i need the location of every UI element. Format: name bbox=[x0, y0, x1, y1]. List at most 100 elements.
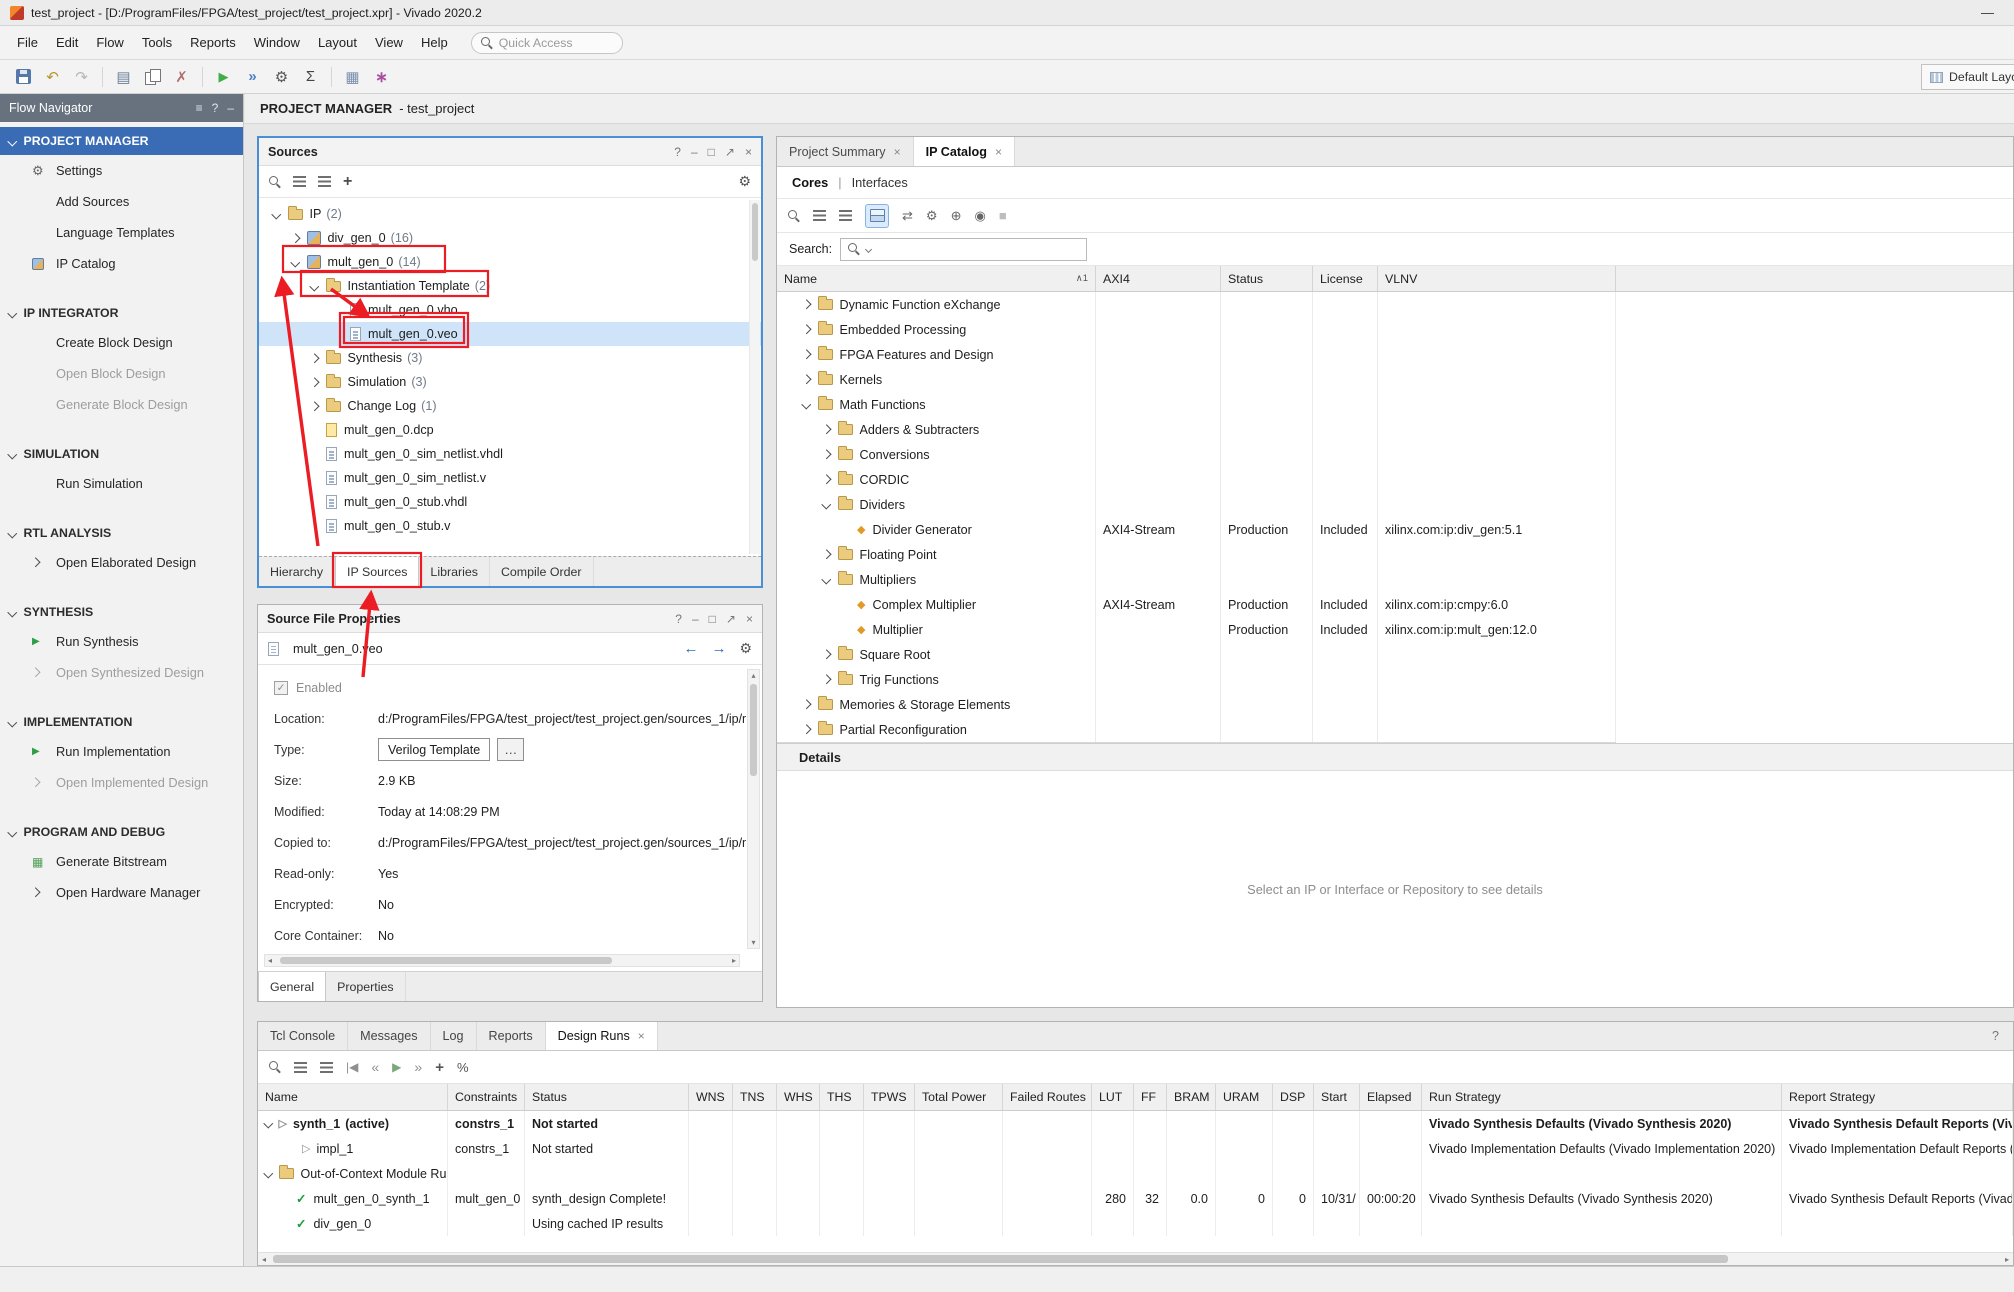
help-icon[interactable]: ? bbox=[1978, 1022, 2013, 1050]
close-icon[interactable]: × bbox=[746, 612, 753, 626]
column-lut[interactable]: LUT bbox=[1092, 1084, 1134, 1110]
minimize-button[interactable]: — bbox=[1971, 5, 2004, 20]
expander-icon[interactable] bbox=[802, 300, 811, 309]
expander-icon[interactable] bbox=[822, 475, 831, 484]
column-failed-routes[interactable]: Failed Routes bbox=[1003, 1084, 1092, 1110]
tree-row-synthesis[interactable]: Synthesis(3) bbox=[259, 346, 761, 370]
column-name[interactable]: Name∧1 bbox=[777, 266, 1096, 291]
expander-icon[interactable] bbox=[264, 1169, 273, 1178]
tab-hierarchy[interactable]: Hierarchy bbox=[259, 557, 335, 586]
scroll-up-icon[interactable]: ▴ bbox=[748, 671, 759, 680]
section-project-manager[interactable]: PROJECT MANAGER bbox=[0, 127, 243, 155]
step-back-icon[interactable]: « bbox=[371, 1059, 379, 1075]
search-icon[interactable] bbox=[269, 1061, 281, 1073]
tree-row-change-log[interactable]: Change Log(1) bbox=[259, 394, 761, 418]
expander-icon[interactable] bbox=[802, 350, 811, 359]
tab-design-runs[interactable]: Design Runs× bbox=[546, 1022, 658, 1050]
tree-row-div-gen[interactable]: div_gen_0(16) bbox=[259, 226, 761, 250]
search-icon[interactable] bbox=[269, 176, 281, 188]
section-ip-integrator[interactable]: IP INTEGRATOR bbox=[0, 299, 243, 327]
scrollbar-thumb[interactable] bbox=[752, 203, 758, 261]
restore-defaults-icon[interactable]: ⇄ bbox=[902, 208, 913, 224]
tab-tcl-console[interactable]: Tcl Console bbox=[258, 1022, 348, 1050]
column-wns[interactable]: WNS bbox=[689, 1084, 733, 1110]
column-total-power[interactable]: Total Power bbox=[915, 1084, 1003, 1110]
dock-icon[interactable]: ≡ bbox=[196, 101, 203, 115]
tree-row-vho[interactable]: mult_gen_0.vho bbox=[259, 298, 761, 322]
sidebar-item-language-templates[interactable]: Language Templates bbox=[0, 217, 243, 248]
menu-file[interactable]: File bbox=[8, 31, 47, 54]
tree-row-simulation[interactable]: Simulation(3) bbox=[259, 370, 761, 394]
hierarchy-view-button[interactable] bbox=[865, 204, 889, 228]
catalog-row[interactable]: FPGA Features and Design bbox=[777, 342, 1616, 367]
expand-all-icon[interactable] bbox=[318, 176, 331, 187]
catalog-search-input[interactable] bbox=[840, 238, 1087, 261]
close-icon[interactable]: × bbox=[745, 145, 752, 159]
scroll-right-icon[interactable]: ▸ bbox=[2005, 1255, 2009, 1264]
scrollbar-thumb[interactable] bbox=[750, 684, 757, 776]
catalog-row[interactable]: Floating Point bbox=[777, 542, 1616, 567]
scrollbar-thumb[interactable] bbox=[280, 957, 612, 964]
expander-icon[interactable] bbox=[802, 325, 811, 334]
expander-icon[interactable] bbox=[291, 233, 300, 242]
expander-icon[interactable] bbox=[822, 450, 831, 459]
search-icon[interactable] bbox=[788, 210, 800, 222]
sum-button[interactable]: Σ bbox=[297, 64, 324, 90]
sidebar-item-generate-bitstream[interactable]: ▦Generate Bitstream bbox=[0, 846, 243, 877]
add-repository-icon[interactable]: ⊕ bbox=[951, 208, 962, 224]
wand-button[interactable]: ∗ bbox=[368, 64, 395, 90]
tree-row-instantiation-template[interactable]: Instantiation Template(2) bbox=[259, 274, 761, 298]
catalog-row[interactable]: Kernels bbox=[777, 367, 1616, 392]
vertical-scrollbar[interactable]: ▴▾ bbox=[747, 669, 760, 949]
add-icon[interactable]: + bbox=[435, 1059, 444, 1076]
expander-icon[interactable] bbox=[310, 401, 319, 410]
expander-icon[interactable] bbox=[822, 675, 831, 684]
sidebar-item-run-synthesis[interactable]: ▶Run Synthesis bbox=[0, 626, 243, 657]
quick-access-search[interactable]: Quick Access bbox=[471, 32, 623, 54]
catalog-row[interactable]: Adders & Subtracters bbox=[777, 417, 1616, 442]
menu-help[interactable]: Help bbox=[412, 31, 457, 54]
expander-icon[interactable] bbox=[822, 650, 831, 659]
section-synthesis[interactable]: SYNTHESIS bbox=[0, 598, 243, 626]
undo-button[interactable]: ↶ bbox=[39, 64, 66, 90]
tab-ip-catalog[interactable]: IP Catalog× bbox=[914, 137, 1015, 166]
expander-icon[interactable] bbox=[822, 575, 831, 584]
save-button[interactable] bbox=[10, 64, 37, 90]
vertical-scrollbar[interactable] bbox=[749, 200, 760, 554]
report-button[interactable]: ▤ bbox=[110, 64, 137, 90]
type-dropdown[interactable]: Verilog Template bbox=[378, 738, 490, 761]
section-implementation[interactable]: IMPLEMENTATION bbox=[0, 708, 243, 736]
expander-icon[interactable] bbox=[802, 700, 811, 709]
column-whs[interactable]: WHS bbox=[777, 1084, 820, 1110]
tree-row-sim-netlist-vhdl[interactable]: mult_gen_0_sim_netlist.vhdl bbox=[259, 442, 761, 466]
tab-messages[interactable]: Messages bbox=[348, 1022, 430, 1050]
expander-icon[interactable] bbox=[822, 550, 831, 559]
catalog-row-ip[interactable]: ◆Complex MultiplierAXI4-StreamProduction… bbox=[777, 592, 1616, 617]
column-vlnv[interactable]: VLNV bbox=[1378, 266, 1616, 291]
menu-window[interactable]: Window bbox=[245, 31, 309, 54]
catalog-row[interactable]: Dynamic Function eXchange bbox=[777, 292, 1616, 317]
percent-icon[interactable]: % bbox=[457, 1060, 469, 1075]
tab-properties[interactable]: Properties bbox=[326, 972, 405, 1001]
column-ff[interactable]: FF bbox=[1134, 1084, 1167, 1110]
run-row-div-gen[interactable]: ✓div_gen_0 Using cached IP results bbox=[258, 1211, 2013, 1236]
expander-icon[interactable] bbox=[291, 257, 300, 266]
column-license[interactable]: License bbox=[1313, 266, 1378, 291]
column-tpws[interactable]: TPWS bbox=[864, 1084, 915, 1110]
column-status[interactable]: Status bbox=[1221, 266, 1313, 291]
scroll-left-icon[interactable]: ◂ bbox=[262, 1255, 266, 1264]
help-icon[interactable]: ? bbox=[674, 145, 681, 159]
column-constraints[interactable]: Constraints bbox=[448, 1084, 525, 1110]
scroll-right-icon[interactable]: ▸ bbox=[732, 956, 736, 965]
float-icon[interactable]: □ bbox=[708, 145, 715, 159]
customize-icon[interactable]: ⚙ bbox=[926, 208, 938, 224]
expander-icon[interactable] bbox=[802, 400, 811, 409]
run-row-mult-gen-synth[interactable]: ✓mult_gen_0_synth_1 mult_gen_0 synth_des… bbox=[258, 1186, 2013, 1211]
column-start[interactable]: Start bbox=[1314, 1084, 1360, 1110]
column-tns[interactable]: TNS bbox=[733, 1084, 777, 1110]
tab-compile-order[interactable]: Compile Order bbox=[490, 557, 594, 586]
details-header[interactable]: Details bbox=[777, 743, 2013, 771]
expand-all-icon[interactable] bbox=[839, 210, 852, 221]
tab-log[interactable]: Log bbox=[431, 1022, 477, 1050]
menu-layout[interactable]: Layout bbox=[309, 31, 366, 54]
